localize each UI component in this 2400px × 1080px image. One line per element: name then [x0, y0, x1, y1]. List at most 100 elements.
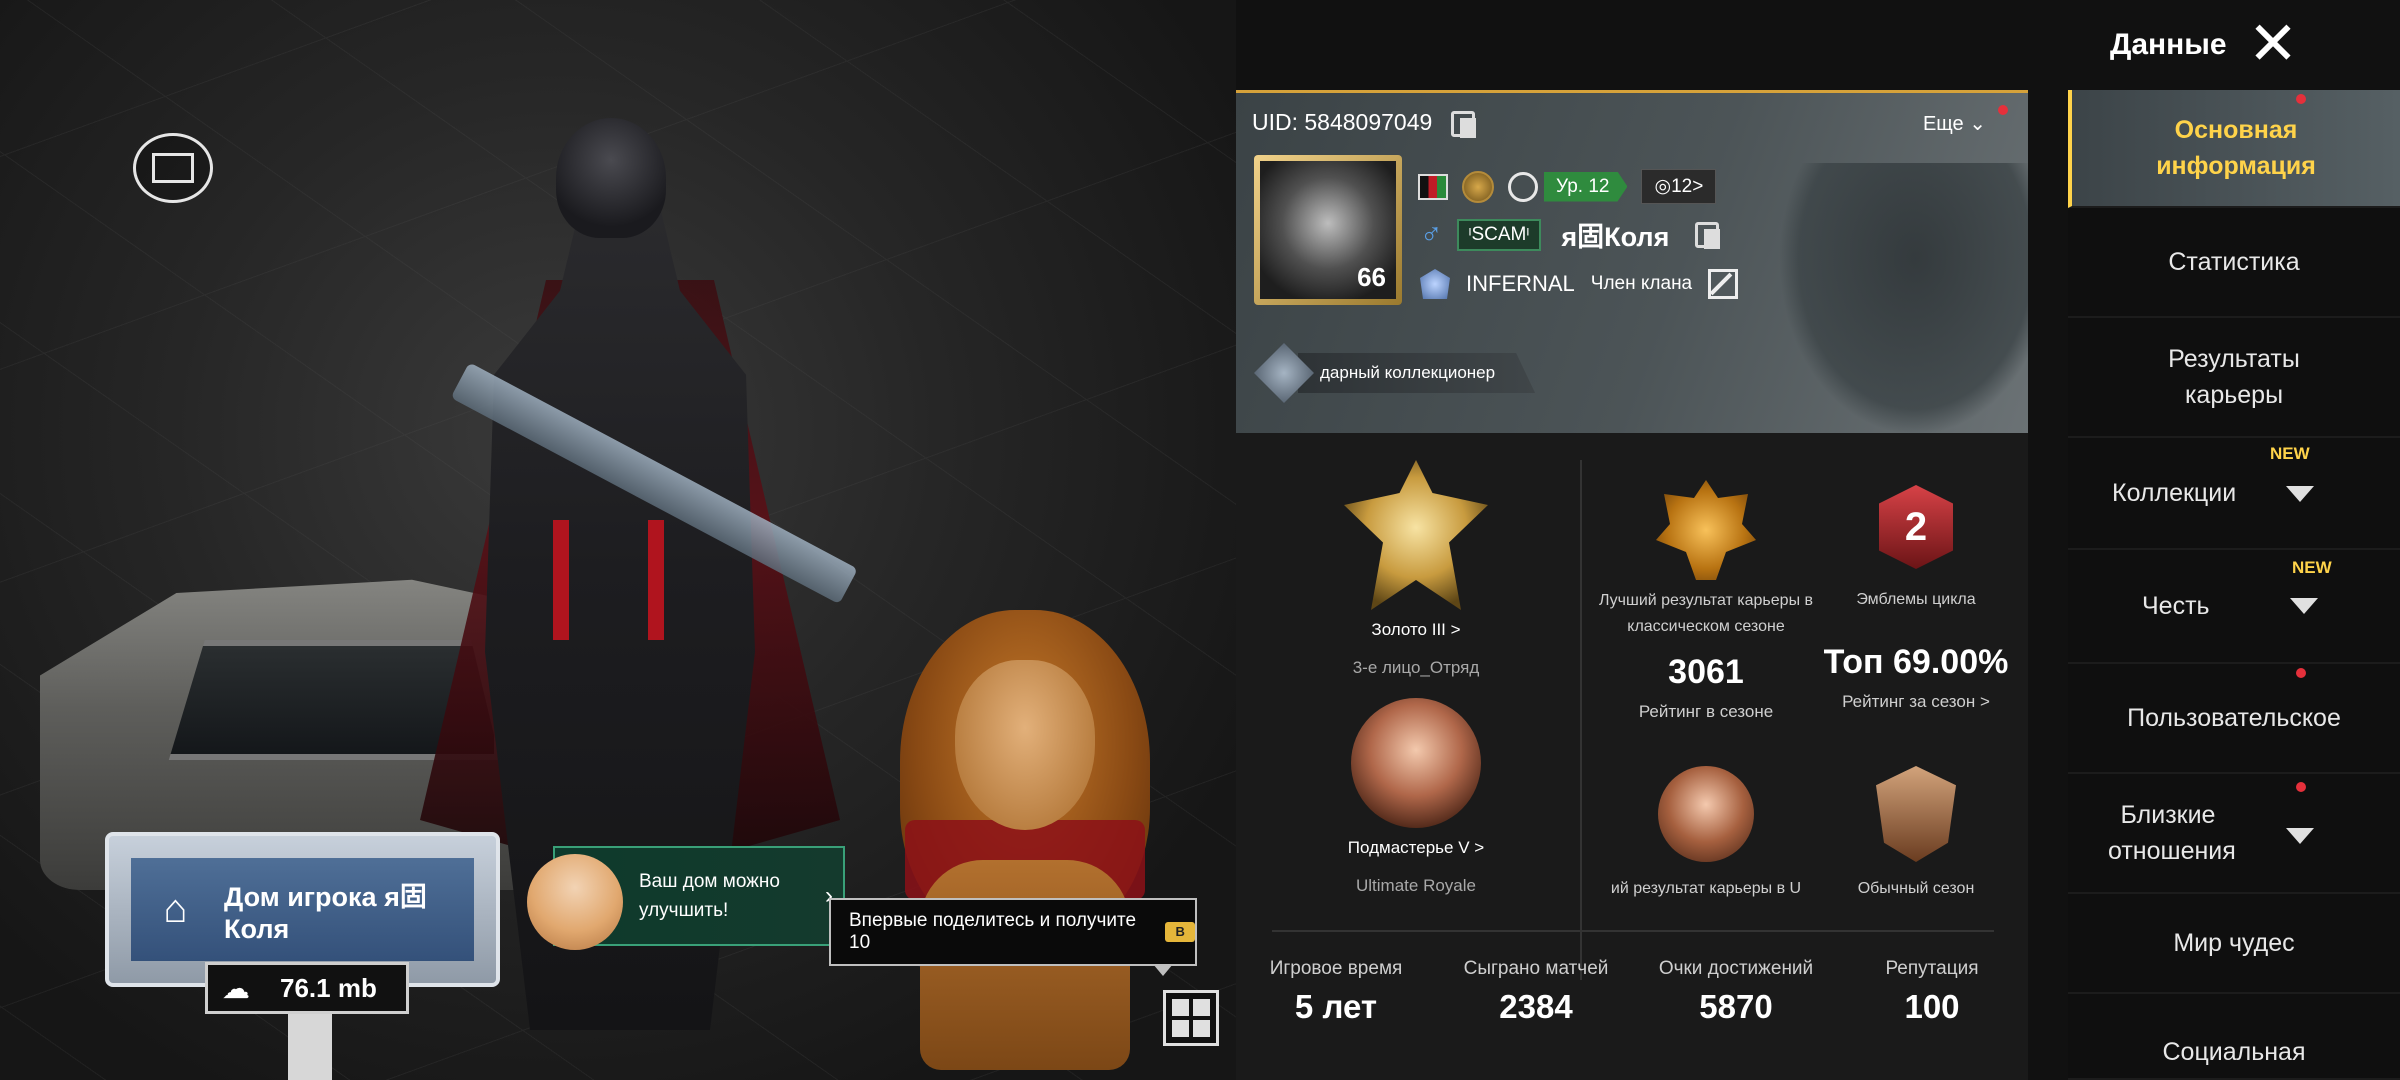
sidebar-item-label: Пользовательское	[2127, 703, 2341, 732]
new-badge: NEW	[2292, 558, 2332, 577]
player-title[interactable]: дарный коллекционер	[1254, 343, 1536, 403]
more-button[interactable]: Еще ⌄	[1923, 111, 1986, 136]
ultimate-rank[interactable]: Подмастерье V > Ultimate Royale	[1296, 698, 1536, 896]
uid-row: UID: 5848097049	[1252, 109, 1476, 138]
cycle-rating-sub: Рейтинг за сезон >	[1842, 691, 1990, 711]
achievement-badge-icon[interactable]	[1462, 170, 1494, 203]
classic-rank-name: Золото III >	[1371, 620, 1461, 639]
name-row: ♂ ᶦSCAMᶦ я固Коля	[1420, 215, 1721, 254]
share-tip-text: Впервые поделитесь и получите 10	[849, 910, 1137, 953]
best-classic-result[interactable]: Лучший результат карьеры в классическом …	[1586, 480, 1826, 722]
ultimate-rank-name: Подмастерье V >	[1347, 838, 1485, 857]
new-badge: NEW	[2270, 444, 2310, 463]
house-icon: ⌂	[163, 887, 188, 931]
page-title: Данные	[2110, 28, 2227, 61]
badges-row: Ур. 12 ◎12>	[1418, 169, 1717, 204]
charm-counter[interactable]: ◎12>	[1641, 169, 1717, 204]
uid-text: UID: 5848097049	[1252, 109, 1433, 135]
gold-rank-emblem-icon	[1344, 460, 1488, 610]
sidebar-item-label: Честь	[2142, 591, 2210, 620]
sidebar-item-honor[interactable]: Честь	[2068, 550, 2400, 664]
classic-rank-mode: 3-е лицо_Отряд	[1352, 658, 1480, 677]
chevron-down-icon[interactable]	[2286, 486, 2314, 502]
level-icon	[1508, 171, 1538, 202]
title-label: дарный коллекционер	[1298, 353, 1536, 393]
sidebar-item-label: Социальная	[2162, 1038, 2306, 1066]
nickname: я固Коля	[1561, 222, 1670, 252]
home-size-value: 76.1 mb	[280, 972, 377, 1003]
cycle-emblems[interactable]: 2 Эмблемы цикла Топ 69.00% Рейтинг за се…	[1806, 485, 2026, 712]
edit-icon[interactable]	[1708, 269, 1739, 299]
sidebar-item-label: Результаты карьеры	[2168, 344, 2300, 409]
frame-icon	[152, 153, 194, 183]
chevron-down-icon[interactable]	[2290, 598, 2318, 614]
notification-dot	[2296, 668, 2306, 678]
card-background-art	[1778, 163, 2028, 436]
best-classic-value: 3061	[1668, 653, 1744, 692]
skull-avatar-image: 66	[1260, 161, 1396, 299]
sidebar-item-label: Основная информация	[2156, 115, 2316, 180]
upgrade-tip-text: Ваш дом можно улучшить!	[639, 870, 780, 921]
profile-panel: UID: 5848097049 Еще ⌄ 66 Ур. 12 ◎12> ♂ ᶦ…	[1236, 90, 2028, 1080]
clan-row: INFERNAL Член клана	[1420, 269, 1739, 299]
share-reward-tip: Впервые поделитесь и получите 10 B	[829, 898, 1197, 976]
ultimate-rank-mode: Ultimate Royale	[1356, 876, 1476, 895]
stat-value: 2384	[1499, 988, 1573, 1025]
profile-sidebar: Основная информация Статистика Результат…	[2068, 90, 2400, 1080]
stat-value: 5 лет	[1294, 988, 1378, 1025]
character-detail	[553, 520, 569, 640]
more-label: Еще	[1922, 113, 1964, 135]
sidebar-item-label: Близкие отношения	[2108, 800, 2236, 865]
level-tag: Ур. 12	[1544, 171, 1628, 202]
best-ultimate-caption: ий результат карьеры в U	[1610, 880, 1802, 897]
sidebar-item-career-results[interactable]: Результаты карьеры	[2068, 318, 2400, 438]
coin-icon: B	[1165, 922, 1195, 942]
stat-label: Репутация	[1885, 958, 1979, 979]
stat-playtime: Игровое время 5 лет	[1246, 958, 1426, 1026]
normal-season[interactable]: Обычный сезон	[1806, 766, 2026, 902]
classic-rank[interactable]: Золото III > 3-е лицо_Отряд	[1296, 460, 1536, 678]
sidebar-item-label: Статистика	[2168, 247, 2300, 276]
stat-reputation: Репутация 100	[1842, 958, 2022, 1026]
country-flag-icon[interactable]	[1418, 173, 1448, 200]
player-level[interactable]: Ур. 12	[1508, 171, 1628, 202]
clan-emblem-icon	[1420, 269, 1450, 299]
stat-value: 100	[1904, 988, 1960, 1025]
divider	[1272, 930, 1994, 932]
bronze-rank-emblem-icon	[1351, 698, 1481, 828]
assistant-avatar	[527, 854, 623, 950]
sidebar-item-custom[interactable]: Пользовательское	[2068, 664, 2400, 774]
close-icon: ✕	[2247, 10, 2299, 77]
notification-dot	[2296, 94, 2306, 104]
best-ultimate-result[interactable]: ий результат карьеры в U	[1586, 766, 1826, 902]
cycle-emblems-caption: Эмблемы цикла	[1856, 591, 1976, 608]
screenshot-mode-button[interactable]	[133, 133, 213, 203]
copy-nickname-icon[interactable]	[1695, 221, 1721, 249]
avatar[interactable]: 66	[1254, 155, 1402, 305]
sidebar-item-collections[interactable]: Коллекции	[2068, 438, 2400, 550]
male-gender-icon: ♂	[1420, 217, 1443, 251]
home-upgrade-tip[interactable]: Ваш дом можно улучшить! ›	[527, 846, 845, 950]
stat-achievement-points: Очки достижений 5870	[1636, 958, 1836, 1026]
copy-uid-icon[interactable]	[1450, 110, 1476, 138]
close-button[interactable]: ✕	[2245, 14, 2301, 74]
cloud-download-icon: ☁	[222, 972, 250, 1004]
sidebar-item-social[interactable]: Социальная	[2068, 994, 2400, 1080]
career-best-emblem-icon	[1656, 480, 1756, 580]
charm-value: 12>	[1671, 176, 1704, 197]
qr-icon	[1172, 999, 1189, 1016]
cycle-emblem-icon: 2	[1879, 485, 1953, 569]
chevron-down-icon[interactable]	[2286, 828, 2314, 844]
clan-name[interactable]: INFERNAL	[1466, 271, 1575, 297]
avatar-level: 66	[1357, 262, 1386, 292]
tooltip-tail	[1153, 964, 1173, 976]
sidebar-item-relations[interactable]: Близкие отношения	[2068, 774, 2400, 894]
normal-season-caption: Обычный сезон	[1857, 880, 1975, 897]
qr-share-button[interactable]	[1163, 990, 1219, 1046]
stat-label: Сыграно матчей	[1463, 958, 1609, 979]
sidebar-item-statistics[interactable]: Статистика	[2068, 208, 2400, 318]
sidebar-item-basic-info[interactable]: Основная информация	[2068, 90, 2400, 208]
sidebar-item-wonderland[interactable]: Мир чудес	[2068, 894, 2400, 994]
title-emblem-icon	[1254, 343, 1314, 403]
season-shield-icon	[1876, 766, 1956, 862]
